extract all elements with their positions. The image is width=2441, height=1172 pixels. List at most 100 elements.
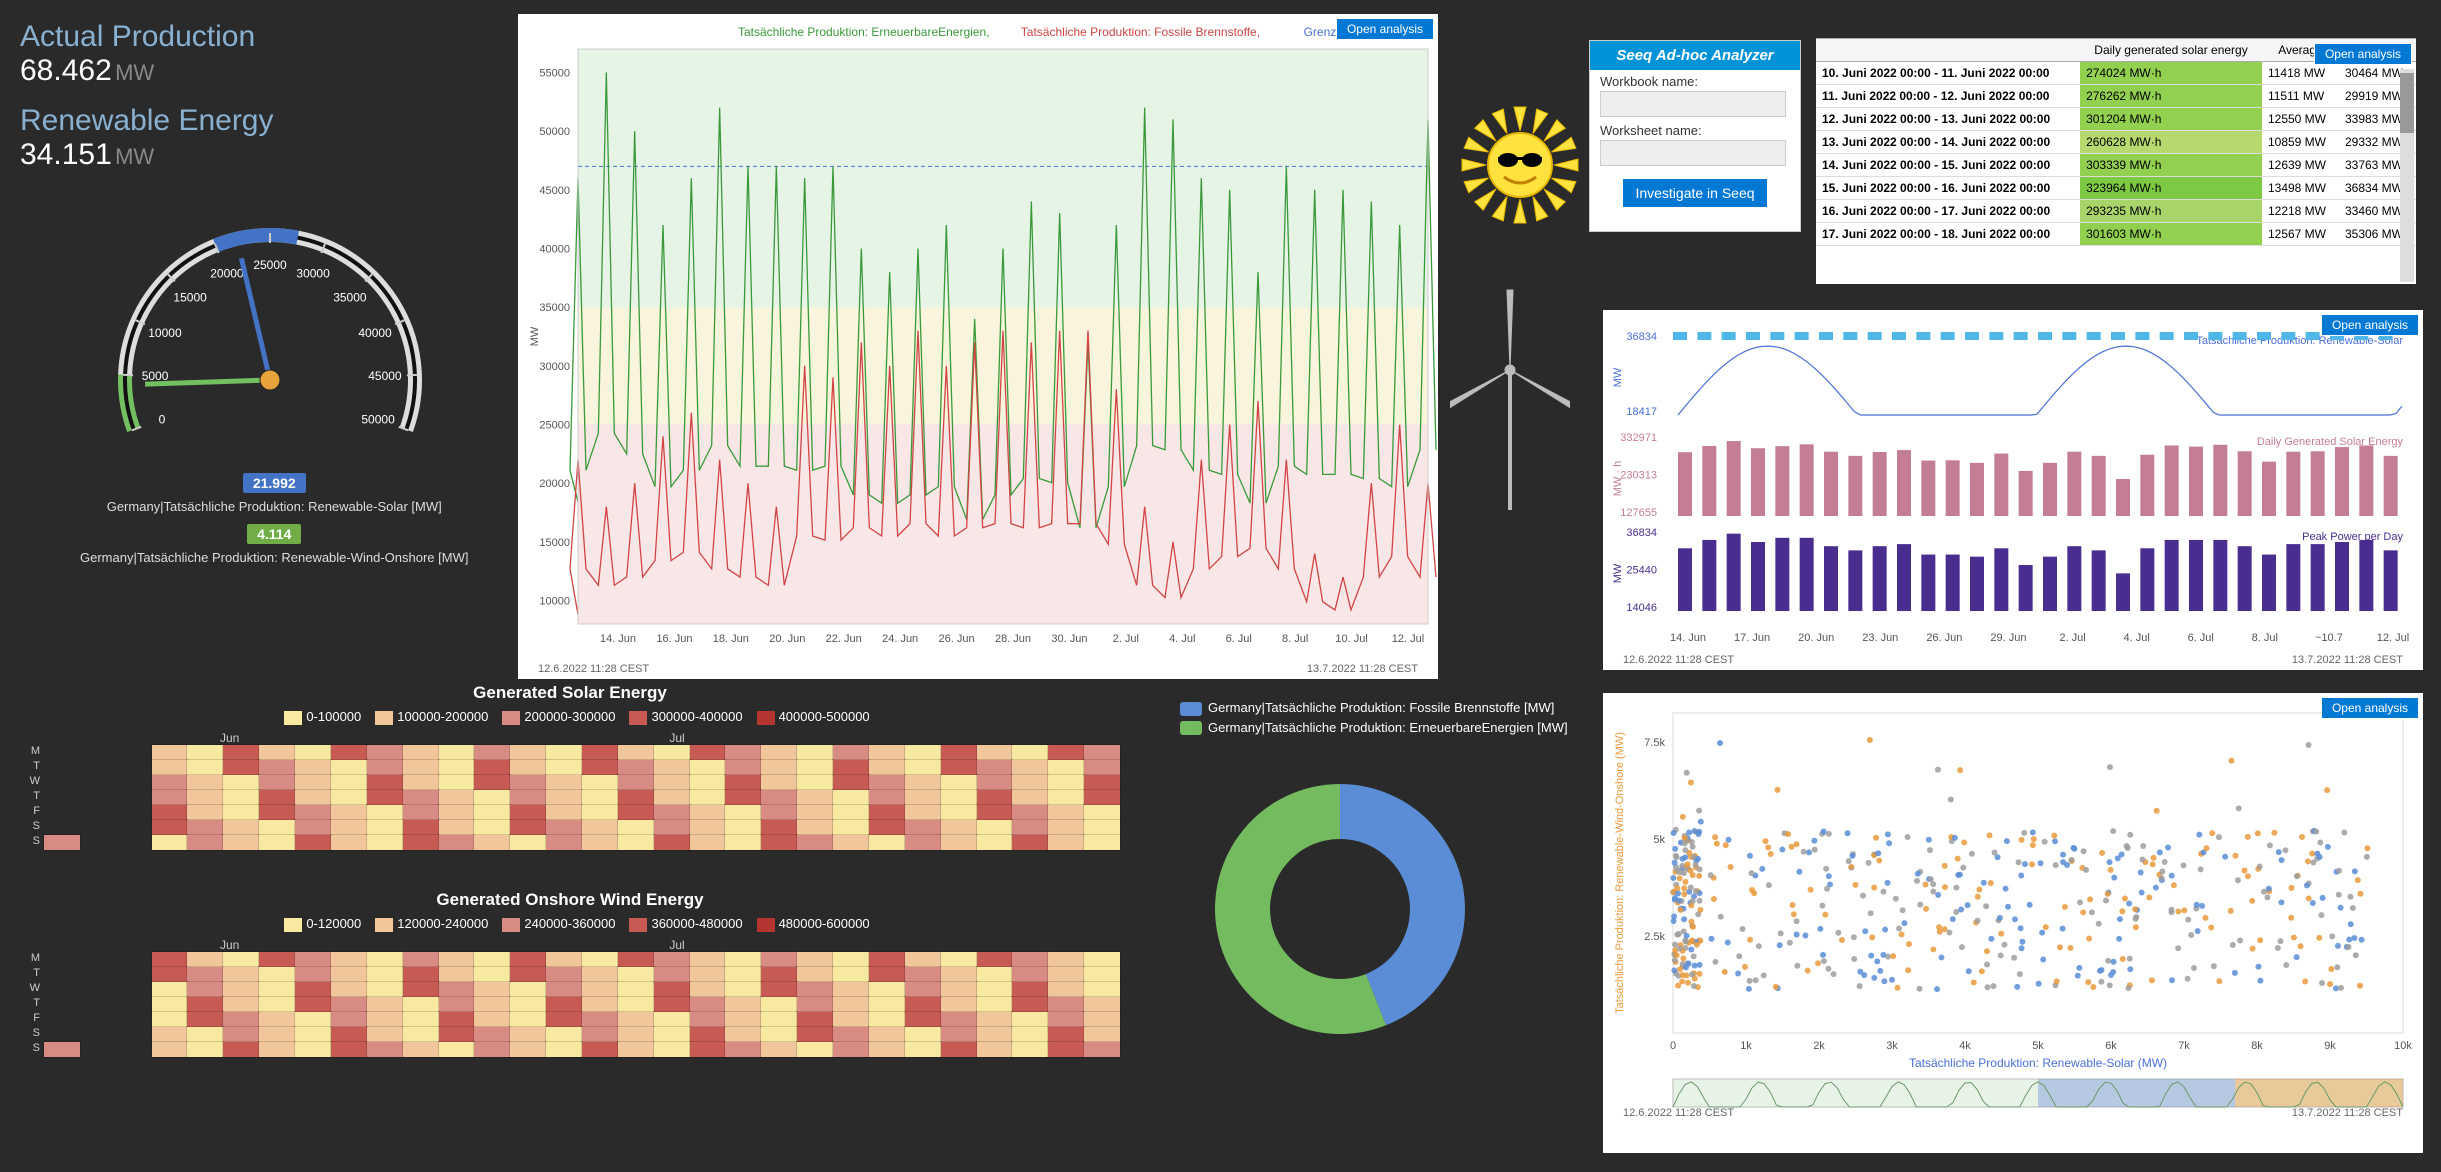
heatmap-cell[interactable] [618,1027,654,1042]
heatmap-cell[interactable] [152,745,188,760]
heatmap-cell[interactable] [797,835,833,850]
heatmap-cell[interactable] [510,997,546,1012]
heatmap-cell[interactable] [474,790,510,805]
heatmap-cell[interactable] [116,1027,152,1042]
heatmap-cell[interactable] [1084,967,1120,982]
workbook-input[interactable] [1600,91,1786,117]
heatmap-cell[interactable] [1012,835,1048,850]
heatmap-cell[interactable] [295,982,331,997]
heatmap-cell[interactable] [618,820,654,835]
heatmap-cell[interactable] [510,835,546,850]
heatmap-cell[interactable] [725,1042,761,1057]
heatmap-cell[interactable] [152,1042,188,1057]
heatmap-cell[interactable] [510,745,546,760]
heatmap-cell[interactable] [654,760,690,775]
heatmap-cell[interactable] [510,775,546,790]
heatmap-cell[interactable] [1012,967,1048,982]
heatmap-cell[interactable] [618,745,654,760]
heatmap-cell[interactable] [977,760,1013,775]
heatmap-cell[interactable] [977,1027,1013,1042]
heatmap-cell[interactable] [223,745,259,760]
heatmap-cell[interactable] [582,790,618,805]
heatmap-cell[interactable] [546,952,582,967]
heatmap-cell[interactable] [116,805,152,820]
heatmap-cell[interactable] [187,790,223,805]
heatmap-cell[interactable] [1012,1042,1048,1057]
heatmap-cell[interactable] [510,982,546,997]
heatmap-cell[interactable] [869,1042,905,1057]
heatmap-cell[interactable] [761,967,797,982]
heatmap-cell[interactable] [761,982,797,997]
heatmap-cell[interactable] [582,775,618,790]
heatmap-cell[interactable] [690,952,726,967]
heatmap-cell[interactable] [80,1027,116,1042]
heatmap-cell[interactable] [761,1042,797,1057]
heatmap-cell[interactable] [295,760,331,775]
heatmap-cell[interactable] [80,1042,116,1057]
heatmap-cell[interactable] [80,820,116,835]
heatmap-cell[interactable] [1048,760,1084,775]
heatmap-cell[interactable] [941,982,977,997]
heatmap-cell[interactable] [295,745,331,760]
heatmap-cell[interactable] [618,982,654,997]
heatmap-cell[interactable] [761,1027,797,1042]
heatmap-cell[interactable] [797,775,833,790]
investigate-button[interactable]: Investigate in Seeq [1622,178,1767,208]
heatmap-cell[interactable] [1048,1027,1084,1042]
heatmap-cell[interactable] [1084,1012,1120,1027]
heatmap-cell[interactable] [116,952,152,967]
heatmap-cell[interactable] [582,997,618,1012]
heatmap-cell[interactable] [187,997,223,1012]
heatmap-cell[interactable] [80,952,116,967]
heatmap-cell[interactable] [116,745,152,760]
heatmap-cell[interactable] [1048,997,1084,1012]
heatmap-cell[interactable] [654,820,690,835]
heatmap-cell[interactable] [833,820,869,835]
heatmap-cell[interactable] [223,820,259,835]
heatmap-cell[interactable] [1012,1012,1048,1027]
heatmap-cell[interactable] [510,1027,546,1042]
heatmap-cell[interactable] [80,982,116,997]
heatmap-cell[interactable] [259,967,295,982]
heatmap-cell[interactable] [403,775,439,790]
heatmap-cell[interactable] [152,820,188,835]
worksheet-input[interactable] [1600,140,1786,166]
heatmap-cell[interactable] [331,997,367,1012]
heatmap-cell[interactable] [510,1012,546,1027]
heatmap-cell[interactable] [474,835,510,850]
heatmap-cell[interactable] [331,820,367,835]
heatmap-cell[interactable] [1084,952,1120,967]
heatmap-cell[interactable] [725,967,761,982]
heatmap-cell[interactable] [331,1027,367,1042]
heatmap-cell[interactable] [1048,1042,1084,1057]
heatmap-cell[interactable] [618,790,654,805]
heatmap-cell[interactable] [761,835,797,850]
heatmap-cell[interactable] [546,820,582,835]
heatmap-cell[interactable] [690,805,726,820]
heatmap-cell[interactable] [797,745,833,760]
heatmap-cell[interactable] [259,835,295,850]
heatmap-cell[interactable] [331,835,367,850]
heatmap-cell[interactable] [80,805,116,820]
heatmap-cell[interactable] [403,760,439,775]
heatmap-cell[interactable] [44,1027,80,1042]
heatmap-cell[interactable] [474,775,510,790]
heatmap-cell[interactable] [690,820,726,835]
heatmap-cell[interactable] [152,967,188,982]
heatmap-cell[interactable] [833,1027,869,1042]
heatmap-cell[interactable] [582,967,618,982]
heatmap-cell[interactable] [797,997,833,1012]
heatmap-cell[interactable] [1084,997,1120,1012]
heatmap-cell[interactable] [331,982,367,997]
heatmap-cell[interactable] [977,997,1013,1012]
heatmap-cell[interactable] [295,967,331,982]
heatmap-cell[interactable] [797,805,833,820]
heatmap-cell[interactable] [941,1042,977,1057]
heatmap-cell[interactable] [582,760,618,775]
heatmap-cell[interactable] [259,952,295,967]
heatmap-cell[interactable] [582,745,618,760]
heatmap-cell[interactable] [223,805,259,820]
heatmap-cell[interactable] [152,775,188,790]
heatmap-cell[interactable] [1048,967,1084,982]
heatmap-cell[interactable] [295,1012,331,1027]
